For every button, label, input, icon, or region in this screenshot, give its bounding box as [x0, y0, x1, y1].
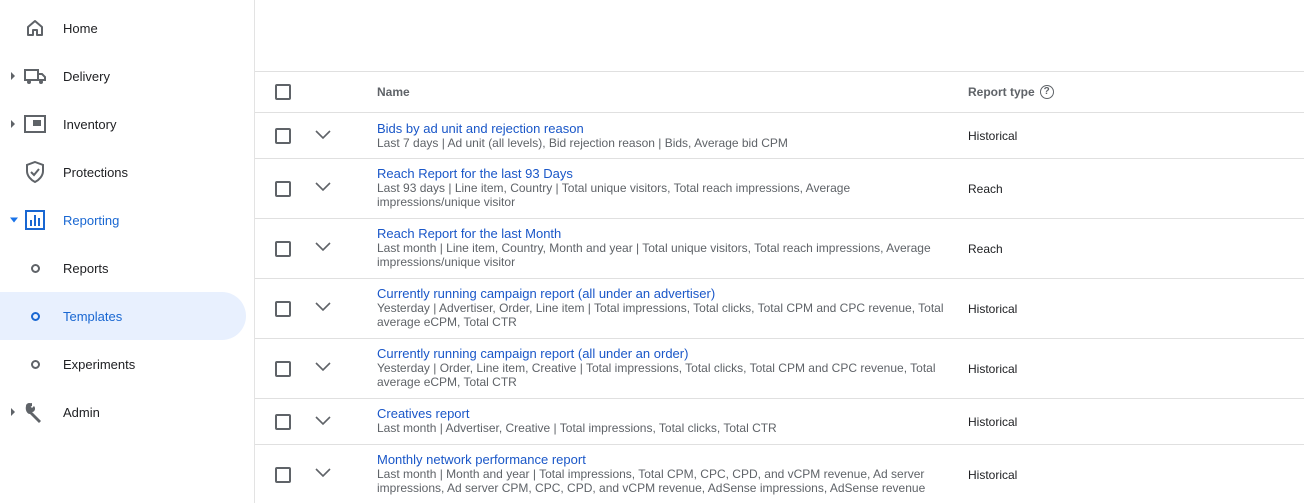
template-description: Last 7 days | Ad unit (all levels), Bid … — [377, 136, 788, 150]
report-type-cell: Historical — [968, 129, 1018, 143]
name-cell: Creatives report Last month | Advertiser… — [377, 407, 947, 436]
table-row: Reach Report for the last Month Last mon… — [255, 219, 1304, 279]
collapse-arrow-icon — [10, 217, 18, 223]
chevron-down-icon[interactable] — [315, 416, 331, 426]
table-header-row: Name Report type ? — [255, 72, 1304, 113]
select-all-checkbox[interactable] — [275, 84, 291, 100]
bar-chart-icon — [24, 209, 46, 231]
sidebar-nav: Home Delivery Inventory Protections Repo… — [0, 0, 255, 503]
sidebar-item-label: Reporting — [63, 212, 120, 228]
row-checkbox[interactable] — [275, 241, 291, 257]
row-checkbox[interactable] — [275, 181, 291, 197]
sidebar-item-inventory[interactable]: Inventory — [0, 100, 246, 148]
table-row: Currently running campaign report (all u… — [255, 339, 1304, 399]
chevron-down-icon[interactable] — [315, 468, 331, 478]
templates-table: Name Report type ? Bids by ad unit and r… — [255, 71, 1304, 503]
report-type-cell: Historical — [968, 468, 1018, 482]
name-cell: Reach Report for the last 93 Days Last 9… — [377, 167, 947, 210]
template-link[interactable]: Bids by ad unit and rejection reason — [377, 122, 947, 136]
name-cell: Bids by ad unit and rejection reason Las… — [377, 122, 947, 151]
sidebar-item-templates[interactable]: Templates — [0, 292, 246, 340]
sidebar-item-label: Home — [63, 20, 98, 36]
template-link[interactable]: Currently running campaign report (all u… — [377, 287, 947, 301]
home-icon — [24, 17, 46, 39]
chevron-down-icon[interactable] — [315, 362, 331, 372]
main-content: Name Report type ? Bids by ad unit and r… — [255, 0, 1304, 503]
report-type-cell: Reach — [968, 182, 1003, 196]
wrench-icon — [24, 401, 46, 423]
sidebar-item-protections[interactable]: Protections — [0, 148, 246, 196]
table-row: Monthly network performance report Last … — [255, 445, 1304, 503]
sidebar-item-home[interactable]: Home — [0, 4, 246, 52]
row-checkbox[interactable] — [275, 361, 291, 377]
expand-arrow-icon — [11, 72, 15, 80]
column-header-report-type[interactable]: Report type ? — [968, 85, 1054, 99]
circle-bullet-icon — [24, 257, 46, 279]
inventory-icon — [24, 113, 46, 135]
template-link[interactable]: Creatives report — [377, 407, 947, 421]
chevron-down-icon[interactable] — [315, 242, 331, 252]
sidebar-item-admin[interactable]: Admin — [0, 388, 246, 436]
template-link[interactable]: Reach Report for the last 93 Days — [377, 167, 947, 181]
report-type-cell: Historical — [968, 302, 1018, 316]
circle-bullet-icon — [24, 305, 46, 327]
template-description: Yesterday | Order, Line item, Creative |… — [377, 361, 936, 389]
sidebar-item-label: Templates — [63, 308, 123, 324]
report-type-cell: Reach — [968, 242, 1003, 256]
name-cell: Reach Report for the last Month Last mon… — [377, 227, 947, 270]
template-description: Last month | Month and year | Total impr… — [377, 467, 926, 495]
template-description: Last month | Advertiser, Creative | Tota… — [377, 421, 777, 435]
column-header-name[interactable]: Name — [377, 85, 410, 99]
sidebar-item-label: Experiments — [63, 356, 136, 372]
sidebar-item-label: Delivery — [63, 68, 110, 84]
chevron-down-icon[interactable] — [315, 130, 331, 140]
shield-icon — [24, 161, 46, 183]
template-link[interactable]: Reach Report for the last Month — [377, 227, 947, 241]
truck-icon — [24, 65, 46, 87]
name-cell: Monthly network performance report Last … — [377, 453, 947, 496]
template-link[interactable]: Currently running campaign report (all u… — [377, 347, 947, 361]
column-header-report-type-label: Report type — [968, 85, 1035, 99]
template-description: Last month | Line item, Country, Month a… — [377, 241, 931, 269]
sidebar-item-label: Protections — [63, 164, 129, 180]
table-row: Currently running campaign report (all u… — [255, 279, 1304, 339]
report-type-cell: Historical — [968, 415, 1018, 429]
row-checkbox[interactable] — [275, 467, 291, 483]
expand-arrow-icon — [11, 408, 15, 416]
template-description: Last 93 days | Line item, Country | Tota… — [377, 181, 851, 209]
name-cell: Currently running campaign report (all u… — [377, 287, 947, 330]
sidebar-item-label: Inventory — [63, 116, 117, 132]
expand-arrow-icon — [11, 120, 15, 128]
sidebar-item-delivery[interactable]: Delivery — [0, 52, 246, 100]
sidebar-item-reports[interactable]: Reports — [0, 244, 246, 292]
row-checkbox[interactable] — [275, 128, 291, 144]
table-row: Reach Report for the last 93 Days Last 9… — [255, 159, 1304, 219]
template-link[interactable]: Monthly network performance report — [377, 453, 947, 467]
table-row: Creatives report Last month | Advertiser… — [255, 399, 1304, 445]
report-type-cell: Historical — [968, 362, 1018, 376]
sidebar-item-experiments[interactable]: Experiments — [0, 340, 246, 388]
row-checkbox[interactable] — [275, 301, 291, 317]
row-checkbox[interactable] — [275, 414, 291, 430]
name-cell: Currently running campaign report (all u… — [377, 347, 947, 390]
sidebar-item-reporting[interactable]: Reporting — [0, 196, 246, 244]
sidebar-item-label: Reports — [63, 260, 109, 276]
help-icon[interactable]: ? — [1039, 85, 1054, 99]
sidebar-item-label: Admin — [63, 404, 100, 420]
template-description: Yesterday | Advertiser, Order, Line item… — [377, 301, 944, 329]
table-row: Bids by ad unit and rejection reason Las… — [255, 113, 1304, 159]
chevron-down-icon[interactable] — [315, 182, 331, 192]
chevron-down-icon[interactable] — [315, 302, 331, 312]
circle-bullet-icon — [24, 353, 46, 375]
